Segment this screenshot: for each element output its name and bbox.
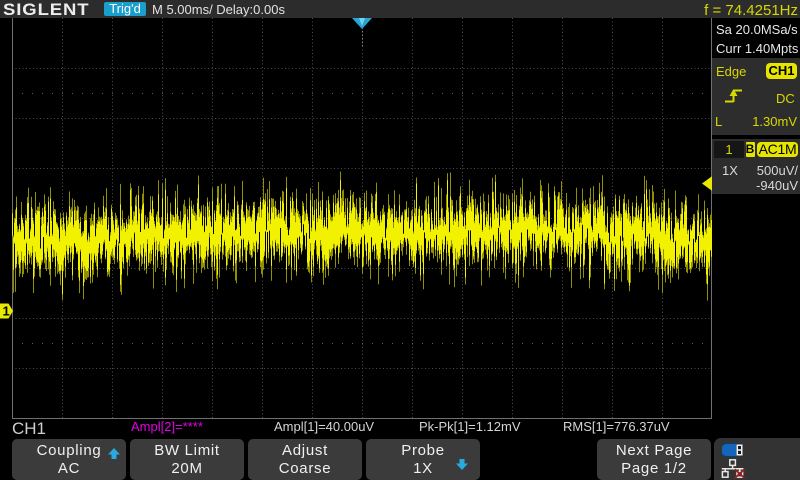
- svg-text:1: 1: [3, 304, 10, 319]
